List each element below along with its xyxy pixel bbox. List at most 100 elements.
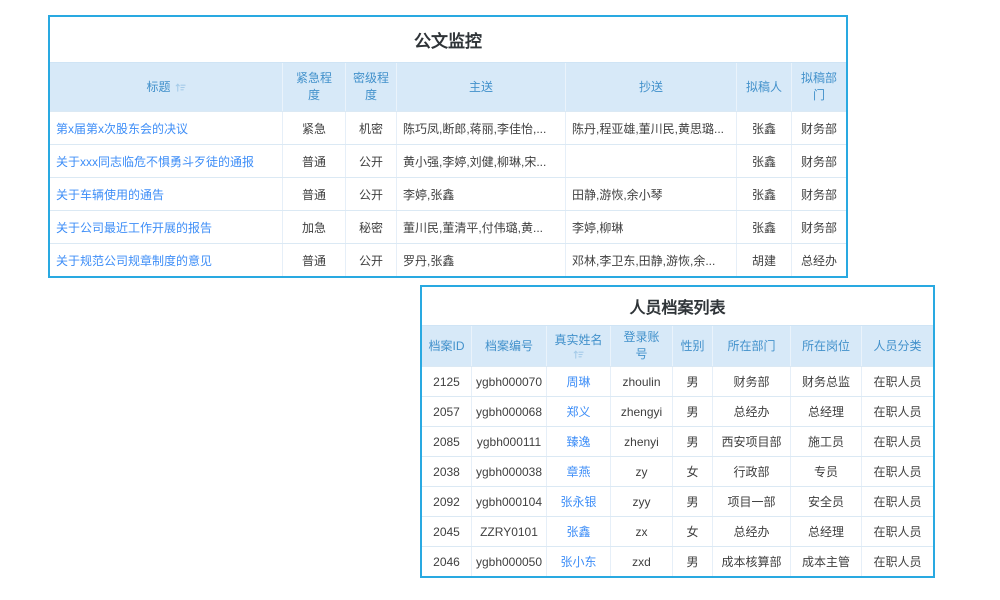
col-header-drafter: 拟稿人 [737,63,792,111]
cell-archive-code: ygbh000050 [472,547,547,576]
table-row: 2057 ygbh000068 郑义 zhengyi 男 总经办 总经理 在职人… [422,396,933,426]
cell-real-name-link[interactable]: 张鑫 [547,517,611,546]
cell-draft-dept: 财务部 [792,178,846,210]
cell-real-name-link[interactable]: 周琳 [547,367,611,396]
cell-archive-id: 2046 [422,547,472,576]
cell-title-link[interactable]: 关于规范公司规章制度的意见 [50,244,283,276]
cell-draft-dept: 财务部 [792,211,846,243]
cell-title-link[interactable]: 关于车辆使用的通告 [50,178,283,210]
personnel-table-header: 档案ID 档案编号 真实姓名 登录账号 性别 所在部门 所在岗位 人员分类 [422,326,933,366]
cell-login-account: zyy [611,487,673,516]
cell-position: 专员 [791,457,862,486]
col-header-position: 所在岗位 [791,326,862,366]
cell-archive-id: 2085 [422,427,472,456]
cell-personnel-category: 在职人员 [862,457,933,486]
cell-drafter: 张鑫 [737,112,792,144]
cell-position: 安全员 [791,487,862,516]
table-row: 2046 ygbh000050 张小东 zxd 男 成本核算部 成本主管 在职人… [422,546,933,576]
table-row: 2038 ygbh000038 章燕 zy 女 行政部 专员 在职人员 [422,456,933,486]
cell-real-name-link[interactable]: 张小东 [547,547,611,576]
cell-urgency: 普通 [283,145,346,177]
cell-position: 施工员 [791,427,862,456]
cell-personnel-category: 在职人员 [862,427,933,456]
table-row: 2092 ygbh000104 张永银 zyy 男 项目一部 安全员 在职人员 [422,486,933,516]
table-row: 第x届第x次股东会的决议 紧急 机密 陈巧凤,断郎,蒋丽,李佳怡,... 陈丹,… [50,111,846,144]
cell-login-account: zhenyi [611,427,673,456]
col-header-department: 所在部门 [713,326,791,366]
table-row: 关于规范公司规章制度的意见 普通 公开 罗丹,张鑫 邓林,李卫东,田静,游恢,余… [50,243,846,276]
cell-cc: 田静,游恢,余小琴 [566,178,737,210]
cell-main-recipients: 黄小强,李婷,刘健,柳琳,宋... [397,145,566,177]
cell-secrecy: 公开 [346,244,397,276]
cell-archive-id: 2038 [422,457,472,486]
cell-main-recipients: 罗丹,张鑫 [397,244,566,276]
cell-draft-dept: 财务部 [792,145,846,177]
table-row: 2125 ygbh000070 周琳 zhoulin 男 财务部 财务总监 在职… [422,366,933,396]
doc-table-body: 第x届第x次股东会的决议 紧急 机密 陈巧凤,断郎,蒋丽,李佳怡,... 陈丹,… [50,111,846,276]
cell-login-account: zhoulin [611,367,673,396]
doc-table-header: 标题 紧急程度 密级程度 主送 抄送 拟稿人 拟稿部门 [50,63,846,111]
cell-archive-id: 2057 [422,397,472,426]
cell-cc: 李婷,柳琳 [566,211,737,243]
cell-main-recipients: 董川民,董清平,付伟璐,黄... [397,211,566,243]
cell-real-name-link[interactable]: 臻逸 [547,427,611,456]
sort-icon[interactable] [175,82,186,93]
cell-personnel-category: 在职人员 [862,517,933,546]
cell-department: 总经办 [713,397,791,426]
cell-title-link[interactable]: 第x届第x次股东会的决议 [50,112,283,144]
cell-gender: 男 [673,487,713,516]
col-header-real-name[interactable]: 真实姓名 [547,326,611,366]
col-header-archive-id: 档案ID [422,326,472,366]
personnel-table-body: 2125 ygbh000070 周琳 zhoulin 男 财务部 财务总监 在职… [422,366,933,576]
cell-department: 成本核算部 [713,547,791,576]
cell-urgency: 普通 [283,244,346,276]
doc-monitor-title: 公文监控 [50,17,846,63]
col-header-title[interactable]: 标题 [50,63,283,111]
cell-position: 总经理 [791,397,862,426]
cell-gender: 男 [673,427,713,456]
cell-personnel-category: 在职人员 [862,367,933,396]
sort-icon[interactable] [573,349,584,360]
cell-department: 财务部 [713,367,791,396]
cell-login-account: zy [611,457,673,486]
cell-real-name-link[interactable]: 章燕 [547,457,611,486]
cell-department: 行政部 [713,457,791,486]
cell-department: 西安项目部 [713,427,791,456]
cell-draft-dept: 财务部 [792,112,846,144]
cell-main-recipients: 李婷,张鑫 [397,178,566,210]
personnel-archive-card: 人员档案列表 档案ID 档案编号 真实姓名 登录账号 性别 所在部门 所在岗位 … [420,285,935,578]
cell-secrecy: 公开 [346,145,397,177]
cell-gender: 男 [673,547,713,576]
cell-login-account: zxd [611,547,673,576]
col-header-login-account: 登录账号 [611,326,673,366]
cell-archive-code: ygbh000070 [472,367,547,396]
cell-archive-id: 2045 [422,517,472,546]
cell-secrecy: 机密 [346,112,397,144]
doc-monitor-card: 公文监控 标题 紧急程度 密级程度 主送 抄送 拟稿人 拟稿部门 第x届第x次股… [48,15,848,278]
cell-gender: 女 [673,517,713,546]
table-row: 关于xxx同志临危不惧勇斗歹徒的通报 普通 公开 黄小强,李婷,刘健,柳琳,宋.… [50,144,846,177]
col-header-draft-dept: 拟稿部门 [792,63,846,111]
cell-secrecy: 秘密 [346,211,397,243]
cell-draft-dept: 总经办 [792,244,846,276]
table-row: 关于公司最近工作开展的报告 加急 秘密 董川民,董清平,付伟璐,黄... 李婷,… [50,210,846,243]
cell-cc: 邓林,李卫东,田静,游恢,余... [566,244,737,276]
col-header-archive-code: 档案编号 [472,326,547,366]
cell-title-link[interactable]: 关于xxx同志临危不惧勇斗歹徒的通报 [50,145,283,177]
cell-personnel-category: 在职人员 [862,547,933,576]
cell-title-link[interactable]: 关于公司最近工作开展的报告 [50,211,283,243]
col-header-secrecy: 密级程度 [346,63,397,111]
table-row: 2045 ZZRY0101 张鑫 zx 女 总经办 总经理 在职人员 [422,516,933,546]
cell-position: 成本主管 [791,547,862,576]
cell-gender: 男 [673,367,713,396]
cell-real-name-link[interactable]: 郑义 [547,397,611,426]
cell-personnel-category: 在职人员 [862,487,933,516]
cell-personnel-category: 在职人员 [862,397,933,426]
cell-urgency: 加急 [283,211,346,243]
cell-real-name-link[interactable]: 张永银 [547,487,611,516]
cell-main-recipients: 陈巧凤,断郎,蒋丽,李佳怡,... [397,112,566,144]
table-row: 关于车辆使用的通告 普通 公开 李婷,张鑫 田静,游恢,余小琴 张鑫 财务部 [50,177,846,210]
col-header-main-recipients: 主送 [397,63,566,111]
table-row: 2085 ygbh000111 臻逸 zhenyi 男 西安项目部 施工员 在职… [422,426,933,456]
cell-drafter: 张鑫 [737,145,792,177]
